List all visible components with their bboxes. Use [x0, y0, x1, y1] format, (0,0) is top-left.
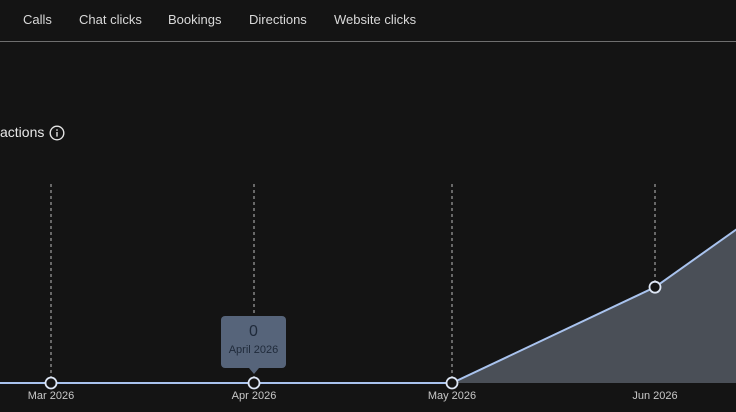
- data-point: [44, 376, 58, 390]
- x-tick-label: Mar 2026: [28, 390, 74, 402]
- x-tick-label: Jun 2026: [632, 390, 677, 402]
- data-point: [445, 376, 459, 390]
- series-area: [51, 229, 736, 383]
- x-tick-label: Apr 2026: [232, 390, 277, 402]
- actions-area-chart: Mar 2026 Apr 2026 May 2026 Jun 2026: [0, 184, 736, 402]
- x-tick-label: May 2026: [428, 390, 476, 402]
- tooltip-pointer: [249, 368, 259, 374]
- tooltip-value: 0: [249, 323, 258, 340]
- data-tooltip: 0 April 2026: [221, 316, 286, 368]
- data-point: [648, 280, 662, 294]
- data-point: [247, 376, 261, 390]
- tooltip-date: April 2026: [228, 344, 279, 356]
